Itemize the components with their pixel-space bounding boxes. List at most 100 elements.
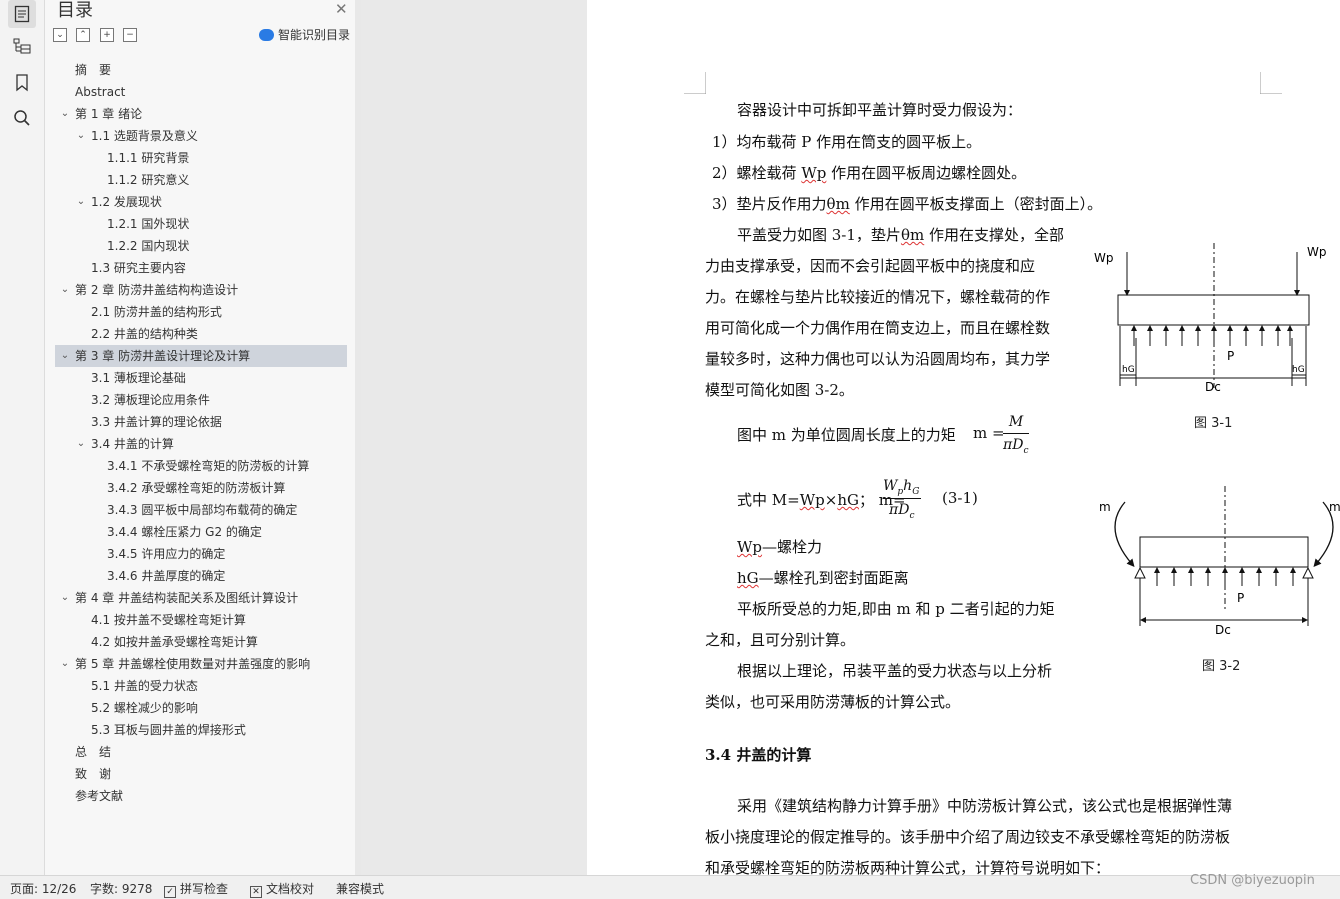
paragraph-line: 式中 M=Wp×hG； m= bbox=[737, 491, 906, 509]
toc-item-label: 第 1 章 绪论 bbox=[75, 107, 143, 121]
label-p: P bbox=[1237, 591, 1244, 605]
toc-item-label: 第 4 章 井盖结构装配关系及图纸计算设计 bbox=[75, 591, 299, 605]
toc-item[interactable]: 4.2 如按井盖承受螺栓弯矩计算 bbox=[55, 631, 347, 653]
label-dc: Dc bbox=[1205, 380, 1221, 394]
toc-item-label: 1.2 发展现状 bbox=[91, 195, 162, 209]
toc-item[interactable]: ⌄ 第 1 章 绪论 bbox=[55, 103, 347, 125]
toc-item[interactable]: 致 谢 bbox=[55, 763, 347, 785]
smart-toc-icon bbox=[259, 28, 274, 41]
paragraph-line: 和承受螺栓弯矩的防涝板两种计算公式，计算符号说明如下： bbox=[705, 859, 1111, 875]
paragraph-line: 根据以上理论，吊装平盖的受力状态与以上分析 bbox=[737, 662, 1053, 680]
paragraph-line: 平板所受总的力矩,即由 m 和 p 二者引起的力矩 bbox=[737, 600, 1055, 618]
toc-item[interactable]: ⌄ 1.2 发展现状 bbox=[55, 191, 347, 213]
toc-item-label: 3.4.6 井盖厚度的确定 bbox=[107, 569, 226, 583]
toc-item[interactable]: 2.2 井盖的结构种类 bbox=[55, 323, 347, 345]
toc-item[interactable]: ⌄ 第 2 章 防涝井盖结构构造设计 bbox=[55, 279, 347, 301]
toc-item-label: 1.1.1 研究背景 bbox=[107, 151, 190, 165]
chevron-down-icon[interactable]: ⌄ bbox=[75, 433, 87, 455]
toc-item[interactable]: 1.2.1 国外现状 bbox=[55, 213, 347, 235]
paragraph-line: 类似，也可采用防涝薄板的计算公式。 bbox=[705, 693, 961, 711]
toc-item-label: 3.1 薄板理论基础 bbox=[91, 371, 186, 385]
toc-item-label: 1.2.2 国内现状 bbox=[107, 239, 190, 253]
toc-item[interactable]: 参考文献 bbox=[55, 785, 347, 807]
spell-check-button[interactable]: ✓ 拼写检查 bbox=[164, 880, 228, 898]
paragraph-line: 2）螺栓载荷 Wp 作用在圆平板周边螺栓圆处。 bbox=[712, 164, 1027, 182]
toc-item[interactable]: ⌄ 第 5 章 井盖螺栓使用数量对井盖强度的影响 bbox=[55, 653, 347, 675]
outline-icon[interactable] bbox=[8, 32, 36, 60]
chevron-down-icon[interactable]: ⌄ bbox=[59, 587, 71, 609]
figure-3-2: m m P Dc bbox=[1099, 486, 1340, 637]
toc-item[interactable]: 摘 要 bbox=[55, 59, 347, 81]
label-wp-right: Wp bbox=[1307, 245, 1326, 259]
page-icon[interactable] bbox=[8, 0, 36, 28]
distributed-load-arrows bbox=[1154, 567, 1296, 586]
toc-item[interactable]: 3.3 井盖计算的理论依据 bbox=[55, 411, 347, 433]
chevron-down-icon[interactable]: ⌄ bbox=[59, 103, 71, 125]
toc-item[interactable]: ⌄ 第 3 章 防涝井盖设计理论及计算 bbox=[55, 345, 347, 367]
page-counter[interactable]: 页面: 12/26 bbox=[10, 880, 76, 897]
toc-item[interactable]: 3.4.2 承受螺栓弯矩的防涝板计算 bbox=[55, 477, 347, 499]
bookmark-icon[interactable] bbox=[8, 69, 36, 97]
paragraph-line: 3）垫片反作用力θm 作用在圆平板支撑面上（密封面上）。 bbox=[712, 195, 1103, 213]
check-icon: ✓ bbox=[164, 886, 176, 898]
expand-up-icon[interactable]: ⌃ bbox=[76, 28, 90, 42]
compat-mode: 兼容模式 bbox=[336, 882, 385, 896]
smart-toc-button[interactable]: 智能识别目录 bbox=[259, 26, 350, 43]
toc-item[interactable]: Abstract bbox=[55, 81, 347, 103]
figure-caption: 图 3-1 bbox=[1194, 416, 1233, 431]
toc-item[interactable]: 3.2 薄板理论应用条件 bbox=[55, 389, 347, 411]
toc-item[interactable]: 3.4.3 圆平板中局部均布载荷的确定 bbox=[55, 499, 347, 521]
chevron-down-icon[interactable]: ⌄ bbox=[59, 279, 71, 301]
toc-item[interactable]: 3.4.1 不承受螺栓弯矩的防涝板的计算 bbox=[55, 455, 347, 477]
toc-item[interactable]: 2.1 防涝井盖的结构形式 bbox=[55, 301, 347, 323]
toc-item[interactable]: ⌄ 第 4 章 井盖结构装配关系及图纸计算设计 bbox=[55, 587, 347, 609]
chevron-down-icon[interactable]: ⌄ bbox=[59, 345, 71, 367]
toc-item[interactable]: 3.1 薄板理论基础 bbox=[55, 367, 347, 389]
distributed-load-arrows bbox=[1147, 325, 1281, 346]
toc-item[interactable]: 3.4.4 螺栓压紧力 G2 的确定 bbox=[55, 521, 347, 543]
collapse-all-icon[interactable]: ⌄ bbox=[53, 28, 67, 42]
label-dc: Dc bbox=[1215, 623, 1231, 637]
toc-item-label: 2.2 井盖的结构种类 bbox=[91, 327, 198, 341]
proofread-button[interactable]: ✕ 文档校对 bbox=[250, 880, 314, 898]
formula-numerator: WphG bbox=[883, 478, 920, 497]
toc-item[interactable]: 1.1.1 研究背景 bbox=[55, 147, 347, 169]
moment-arrow bbox=[1114, 501, 1135, 567]
toc-item[interactable]: ⌄ 1.1 选题背景及意义 bbox=[55, 125, 347, 147]
toc-item[interactable]: 3.4.5 许用应力的确定 bbox=[55, 543, 347, 565]
support bbox=[1302, 566, 1314, 579]
toc-item[interactable]: ⌄ 3.4 井盖的计算 bbox=[55, 433, 347, 455]
toc-item[interactable]: 1.3 研究主要内容 bbox=[55, 257, 347, 279]
add-heading-icon[interactable]: + bbox=[100, 28, 114, 42]
close-icon[interactable]: ✕ bbox=[335, 0, 348, 18]
toc-item-label: 摘 要 bbox=[75, 63, 112, 77]
paragraph-line: hG—螺栓孔到密封面距离 bbox=[737, 569, 909, 587]
chevron-down-icon[interactable]: ⌄ bbox=[75, 191, 87, 213]
fraction-bar bbox=[1003, 433, 1029, 434]
toc-item[interactable]: 4.1 按井盖不受螺栓弯矩计算 bbox=[55, 609, 347, 631]
toc-item[interactable]: 5.3 耳板与圆井盖的焊接形式 bbox=[55, 719, 347, 741]
toc-item-label: 4.1 按井盖不受螺栓弯矩计算 bbox=[91, 613, 246, 627]
toc-item[interactable]: 1.2.2 国内现状 bbox=[55, 235, 347, 257]
toc-item[interactable]: 1.1.2 研究意义 bbox=[55, 169, 347, 191]
word-count[interactable]: 字数: 9278 bbox=[90, 880, 152, 897]
search-icon[interactable] bbox=[8, 104, 36, 132]
document-page[interactable]: 容器设计中可拆卸平盖计算时受力假设为： 1）均布载荷 P 作用在筒支的圆平板上。… bbox=[587, 0, 1340, 875]
chevron-down-icon[interactable]: ⌄ bbox=[59, 653, 71, 675]
toc-item-label: 5.3 耳板与圆井盖的焊接形式 bbox=[91, 723, 246, 737]
toc-item-label: 致 谢 bbox=[75, 767, 112, 781]
remove-heading-icon[interactable]: − bbox=[123, 28, 137, 42]
toc-item[interactable]: 5.2 螺栓减少的影响 bbox=[55, 697, 347, 719]
paragraph-line: 采用《建筑结构静力计算手册》中防涝板计算公式，该公式也是根据弹性薄 bbox=[737, 797, 1233, 815]
figure-3-1: Wp Wp P hG hG Dc bbox=[1094, 243, 1326, 394]
toc-item[interactable]: 5.1 井盖的受力状态 bbox=[55, 675, 347, 697]
toc-item[interactable]: 3.4.6 井盖厚度的确定 bbox=[55, 565, 347, 587]
formula-numerator: M bbox=[1008, 414, 1024, 430]
paragraph-line: 量较多时，这种力偶也可以认为沿圆周均布，其力学 bbox=[705, 350, 1051, 368]
toc-item-label: 3.4.5 许用应力的确定 bbox=[107, 547, 226, 561]
formula-denominator: πDc bbox=[889, 502, 915, 521]
toc-item-label: 5.2 螺栓减少的影响 bbox=[91, 701, 198, 715]
toc-item[interactable]: 总 结 bbox=[55, 741, 347, 763]
paragraph-line: 用可简化成一个力偶作用在筒支边上，而且在螺栓数 bbox=[705, 319, 1051, 337]
chevron-down-icon[interactable]: ⌄ bbox=[75, 125, 87, 147]
